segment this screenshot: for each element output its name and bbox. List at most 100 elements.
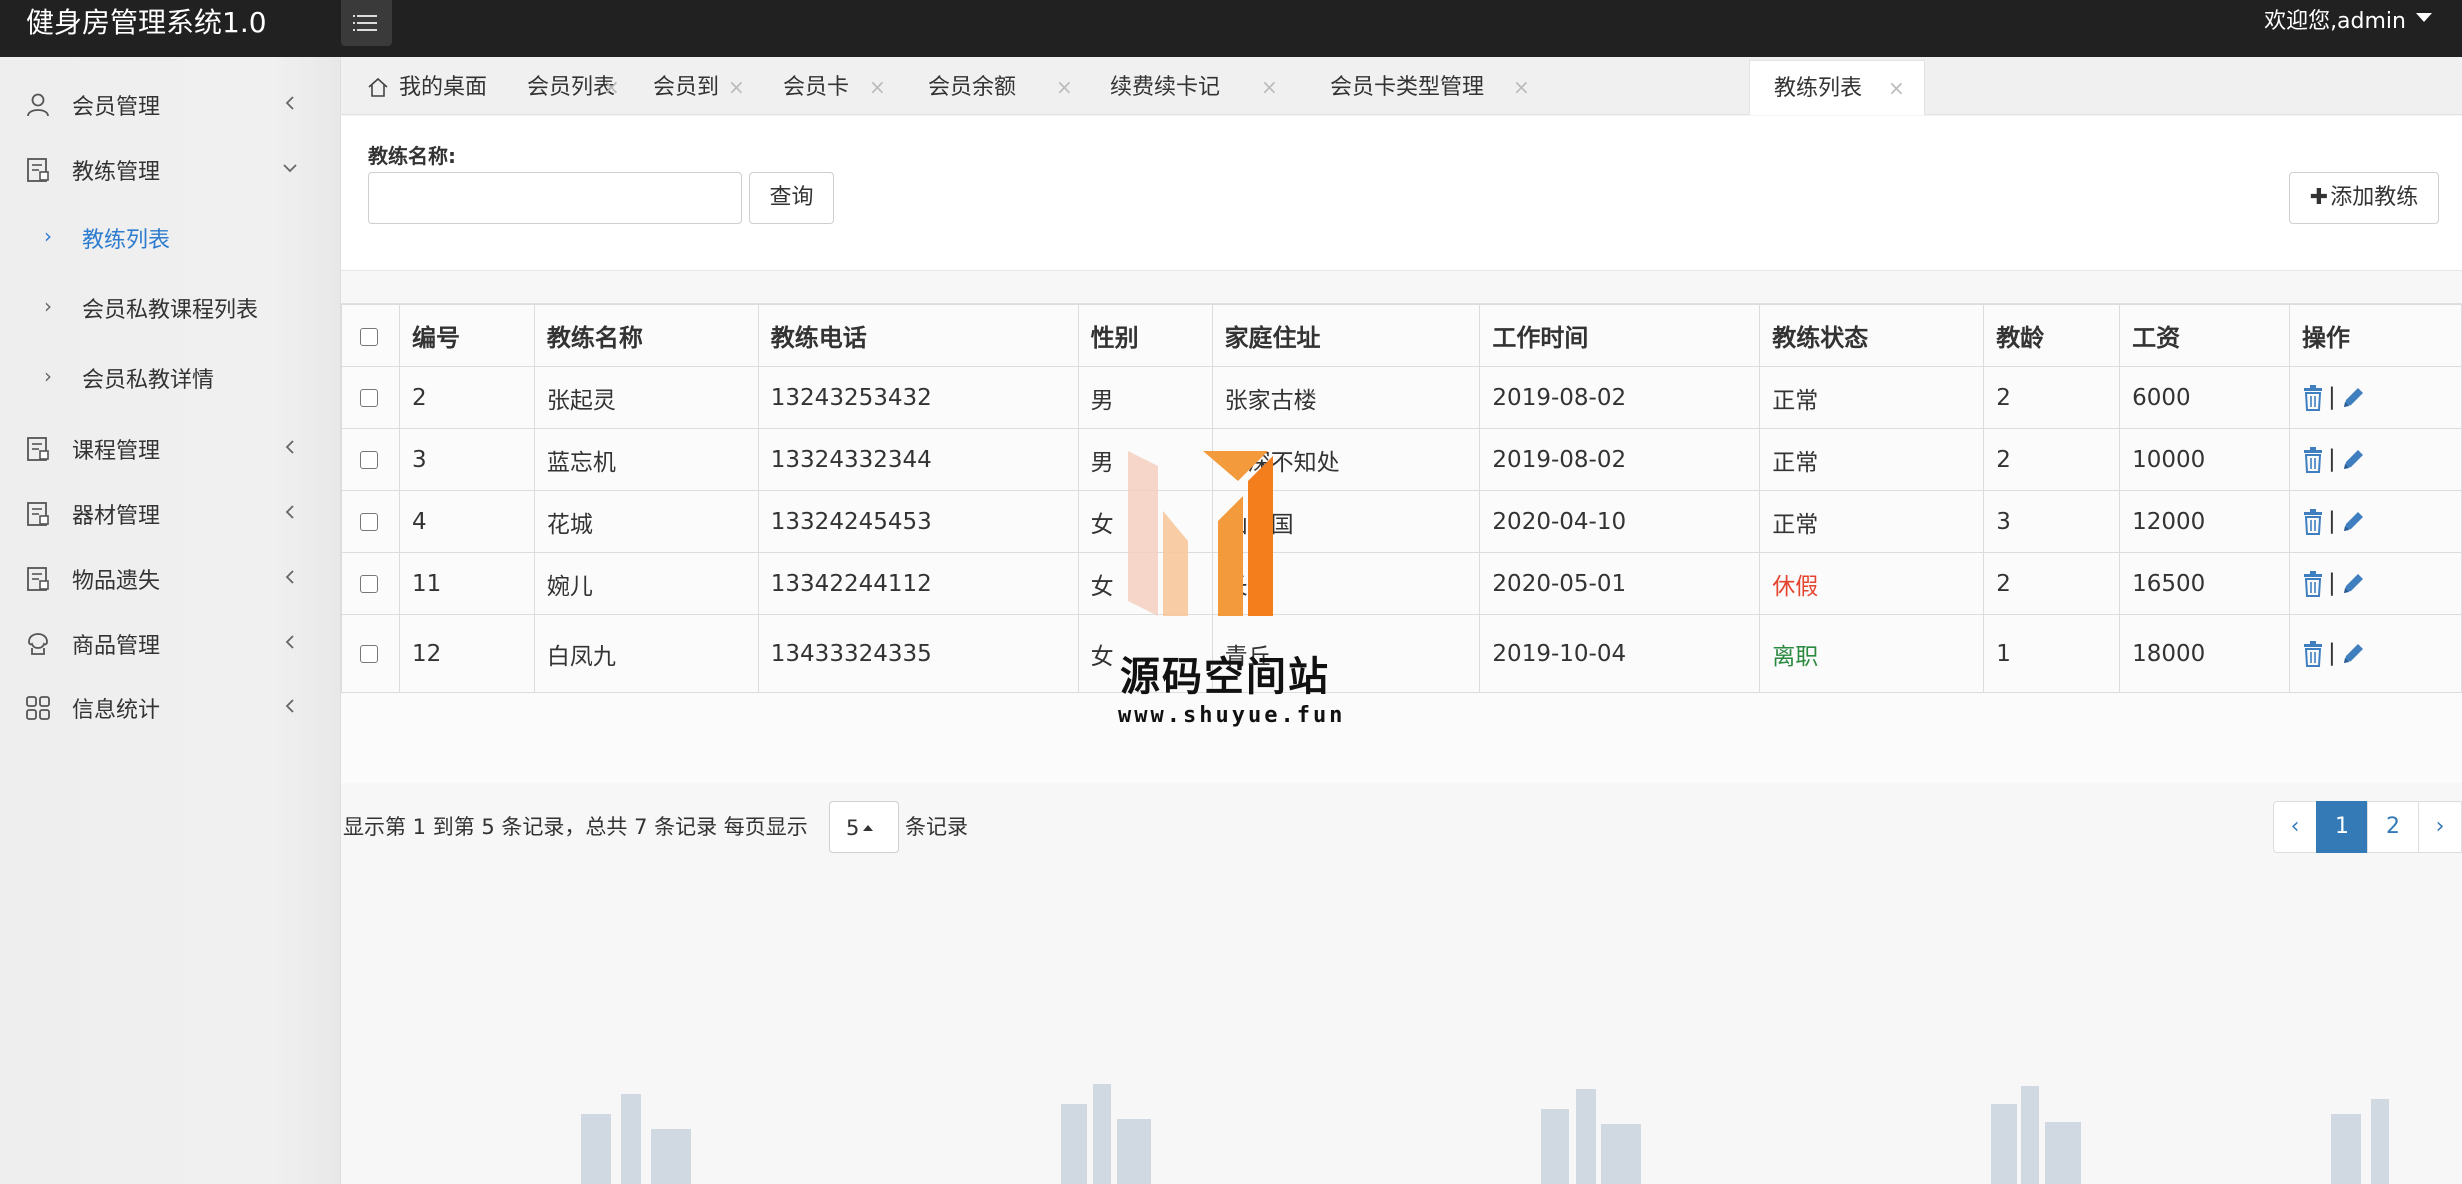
edit-icon[interactable] <box>2340 385 2366 411</box>
cell-years: 3 <box>1983 490 2121 553</box>
cell-salary: 16500 <box>2119 552 2291 615</box>
close-icon[interactable]: × <box>1261 60 1278 115</box>
sidebar-subitem-coach-list[interactable]: › 教练列表 <box>0 212 341 260</box>
trash-icon[interactable] <box>2302 446 2324 473</box>
top-bar: 健身房管理系统1.0 欢迎您,admin <box>0 0 2462 57</box>
query-button[interactable]: 查询 <box>749 172 834 224</box>
page-size-select[interactable]: 5 <box>829 801 899 853</box>
row-checkbox[interactable] <box>360 645 378 663</box>
edit-icon[interactable] <box>2340 509 2366 535</box>
user-menu[interactable]: 欢迎您,admin <box>2264 0 2432 44</box>
cell-salary: 6000 <box>2119 366 2291 429</box>
tab-balance-recharge[interactable]: 会员余额充值 × <box>876 60 1073 155</box>
sidebar-item-products[interactable]: 商品管理 <box>0 618 341 666</box>
tab-member-expiry[interactable]: 会员到期 × <box>624 60 745 155</box>
tab-coach-list[interactable]: 教练列表 × <box>1749 60 1925 115</box>
coach-name-label: 教练名称: <box>368 144 456 168</box>
menu-toggle-button[interactable] <box>341 0 392 46</box>
next-page-button[interactable]: › <box>2418 801 2462 853</box>
plus-icon: ✚ <box>2309 185 2329 210</box>
sidebar-item-equipment[interactable]: 器材管理 <box>0 488 341 536</box>
cell-salary: 12000 <box>2119 490 2291 553</box>
home-icon <box>368 77 388 97</box>
cell-status: 正常 <box>1759 366 1985 429</box>
add-coach-button[interactable]: ✚添加教练 <box>2289 172 2439 224</box>
select-all-checkbox[interactable] <box>360 327 378 346</box>
col-header-phone[interactable]: 教练电话 <box>757 304 1079 367</box>
tab-renew-records[interactable]: 续费续卡记录 × <box>1081 60 1278 155</box>
sidebar-item-label: 商品管理 <box>72 634 161 659</box>
cell-name: 蓝忘机 <box>533 428 759 491</box>
caret-down-icon <box>2416 13 2432 22</box>
action-separator: | <box>2328 570 2336 597</box>
sidebar-subitem-label: 会员私教课程列表 <box>82 298 259 323</box>
cell-actions: | <box>2289 614 2462 693</box>
page-button-1[interactable]: 1 <box>2316 801 2368 853</box>
edit-icon[interactable] <box>2340 571 2366 597</box>
page-size-suffix: 条记录 <box>905 815 968 839</box>
tab-desktop[interactable]: 我的桌面 <box>341 60 511 115</box>
edit-icon[interactable] <box>2340 447 2366 473</box>
col-header-name[interactable]: 教练名称 <box>533 304 759 367</box>
trash-icon[interactable] <box>2302 508 2324 535</box>
coach-name-input[interactable] <box>368 172 742 224</box>
document-icon <box>27 502 49 526</box>
close-icon[interactable]: × <box>1888 61 1905 116</box>
prev-page-button[interactable]: ‹ <box>2273 801 2317 853</box>
watermark-title: 源码空间站 <box>1120 654 1330 700</box>
row-checkbox[interactable] <box>360 451 378 469</box>
main-content: 教练名称: 查询 ✚添加教练 编号 教练名称 教练电话 性别 家庭住址 工作时间… <box>341 116 2462 1184</box>
col-header-id[interactable]: 编号 <box>398 304 535 367</box>
action-separator: | <box>2328 640 2336 667</box>
sidebar-item-label: 课程管理 <box>72 439 161 464</box>
sidebar-item-coaches[interactable]: 教练管理 <box>0 144 341 192</box>
tab-label: 会员列表 <box>527 75 616 100</box>
sidebar-item-courses[interactable]: 课程管理 <box>0 423 341 471</box>
tab-card-types[interactable]: 会员卡类型管理 × <box>1301 60 1530 115</box>
cell-years: 2 <box>1983 428 2121 491</box>
add-coach-label: 添加教练 <box>2330 185 2419 210</box>
row-select-cell <box>341 552 400 615</box>
table-row: 3 蓝忘机 13324332344 男 云深不知处 2019-08-02 正常 … <box>341 428 2462 491</box>
row-checkbox[interactable] <box>360 575 378 593</box>
sidebar-subitem-private-courses[interactable]: › 会员私教课程列表 <box>0 282 341 330</box>
edit-icon[interactable] <box>2340 641 2366 667</box>
sidebar-item-label: 教练管理 <box>72 160 161 185</box>
chevron-right-icon: › <box>44 294 52 318</box>
col-header-gender[interactable]: 性别 <box>1077 304 1213 367</box>
trash-icon[interactable] <box>2302 570 2324 597</box>
col-header-work-date[interactable]: 工作时间 <box>1479 304 1761 367</box>
tab-label: 教练列表 <box>1774 76 1863 101</box>
trash-icon[interactable] <box>2302 384 2324 411</box>
chevron-left-icon <box>285 440 294 454</box>
row-checkbox[interactable] <box>360 389 378 407</box>
cell-actions: | <box>2289 490 2462 553</box>
cell-phone: 13433324335 <box>757 614 1079 693</box>
sidebar-subitem-private-details[interactable]: › 会员私教详情 <box>0 352 341 400</box>
cell-phone: 13324245453 <box>757 490 1079 553</box>
col-header-years[interactable]: 教龄 <box>1983 304 2121 367</box>
grid-icon <box>26 696 50 720</box>
cell-work-date: 2020-05-01 <box>1479 552 1761 615</box>
col-header-salary[interactable]: 工资 <box>2119 304 2291 367</box>
trash-icon[interactable] <box>2302 640 2324 667</box>
caret-up-icon <box>863 825 874 831</box>
col-header-actions: 操作 <box>2289 304 2462 367</box>
row-select-cell <box>341 614 400 693</box>
col-header-address[interactable]: 家庭住址 <box>1211 304 1481 367</box>
coach-table: 编号 教练名称 教练电话 性别 家庭住址 工作时间 教练状态 教龄 工资 操作 … <box>341 304 2462 693</box>
close-icon[interactable]: × <box>603 60 620 115</box>
col-header-status[interactable]: 教练状态 <box>1759 304 1985 367</box>
chevron-left-icon <box>285 505 294 519</box>
sidebar-item-lost-items[interactable]: 物品遗失 <box>0 553 341 601</box>
select-all-cell <box>341 304 400 367</box>
row-checkbox[interactable] <box>360 513 378 531</box>
close-icon[interactable]: × <box>1056 60 1073 115</box>
page-button-2[interactable]: 2 <box>2367 801 2419 853</box>
tab-card-renew[interactable]: 会员卡续卡 × <box>737 60 886 155</box>
sidebar-item-statistics[interactable]: 信息统计 <box>0 682 341 730</box>
tab-member-list[interactable]: 会员列表 × <box>511 60 624 115</box>
close-icon[interactable]: × <box>1513 60 1530 115</box>
sidebar-item-members[interactable]: 会员管理 <box>0 79 341 127</box>
cell-salary: 18000 <box>2119 614 2291 693</box>
